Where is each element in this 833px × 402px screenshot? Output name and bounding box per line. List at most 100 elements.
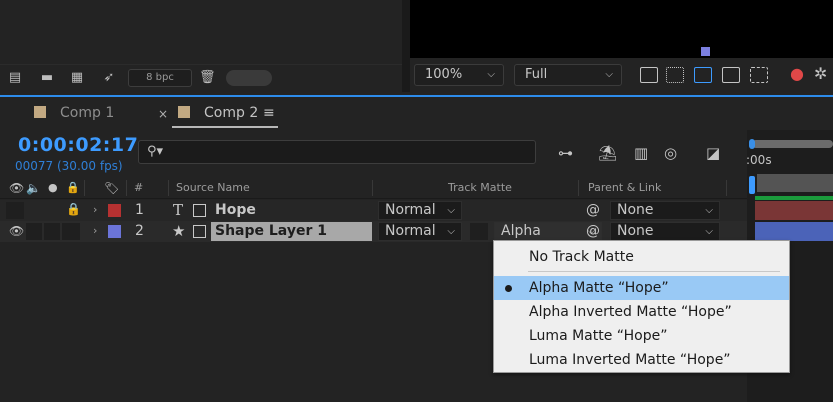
lock-icon[interactable]: 🔒 xyxy=(66,202,81,216)
parent-dropdown[interactable]: None ⌵ xyxy=(610,222,720,241)
column-separator[interactable] xyxy=(372,180,373,196)
work-area-bar[interactable] xyxy=(752,140,833,148)
composition-icon xyxy=(34,106,46,118)
chevron-down-icon: ⌵ xyxy=(487,69,495,80)
grid-guides-icon[interactable] xyxy=(750,67,768,83)
selected-bullet-icon xyxy=(505,285,512,292)
project-settings-icon[interactable]: ➶ xyxy=(100,71,118,85)
chevron-down-icon: ⌵ xyxy=(605,69,613,80)
pick-whip-icon[interactable]: @ xyxy=(586,202,600,218)
source-name-header[interactable]: Source Name xyxy=(176,181,250,194)
layer-search-input[interactable]: ⚲▾ xyxy=(138,140,536,164)
speaker-icon: 🔈 xyxy=(26,181,41,195)
tab-label: Comp 2 xyxy=(204,105,259,121)
current-time-display[interactable]: 0:00:02:17 xyxy=(18,134,138,156)
layer-column-header: 👁 🔈 ● 🔒 🏷 # Source Name Track Matte Pare… xyxy=(0,177,747,199)
text-layer-icon: T xyxy=(173,201,184,219)
track-matte-toggle[interactable] xyxy=(470,223,488,240)
frame-blending-icon[interactable]: ◎ xyxy=(664,144,677,162)
trash-icon[interactable]: 🗑 xyxy=(199,70,216,85)
draft-3d-icon[interactable]: ⛱ xyxy=(598,144,617,162)
magnification-dropdown[interactable]: 100% ⌵ xyxy=(414,64,504,86)
menu-item-alpha-inverted-matte[interactable]: Alpha Inverted Matte “Hope” xyxy=(494,300,789,324)
resolution-dropdown[interactable]: Full ⌵ xyxy=(514,64,622,86)
render-cache-bar xyxy=(755,196,833,200)
blend-mode-dropdown[interactable]: Normal ⌵ xyxy=(378,222,462,241)
layer-name[interactable]: Hope xyxy=(215,202,256,218)
project-panel-toolbar: ▤ ▬ ▦ ➶ 8 bpc 🗑 xyxy=(0,64,402,90)
layer-1-duration-bar[interactable] xyxy=(755,201,833,220)
layer-number: 1 xyxy=(135,202,144,218)
new-folder-icon[interactable]: ▬ xyxy=(38,71,56,85)
hide-shy-layers-icon[interactable]: ▥ xyxy=(634,144,648,162)
fast-previews-icon[interactable] xyxy=(640,67,658,83)
column-separator[interactable] xyxy=(168,180,169,196)
transparency-grid-icon[interactable] xyxy=(666,67,684,83)
menu-item-luma-inverted-matte[interactable]: Luma Inverted Matte “Hope” xyxy=(494,348,789,372)
menu-item-luma-matte[interactable]: Luma Matte “Hope” xyxy=(494,324,789,348)
interpret-footage-icon[interactable]: ▤ xyxy=(6,71,24,85)
layer-source-icon xyxy=(193,225,206,238)
panel-menu-icon[interactable]: ≡ xyxy=(263,105,275,121)
menu-item-alpha-matte[interactable]: Alpha Matte “Hope” xyxy=(494,276,789,300)
column-separator[interactable] xyxy=(578,180,579,196)
layer-label-color[interactable] xyxy=(108,204,121,217)
layer-number: 2 xyxy=(135,223,144,239)
frame-count-display: 00077 (30.00 fps) xyxy=(15,159,123,173)
reset-exposure-icon[interactable]: ✲ xyxy=(814,64,827,83)
blend-mode-value: Normal xyxy=(385,223,436,239)
bit-depth-button[interactable]: 8 bpc xyxy=(128,69,192,87)
tab-comp-1[interactable]: Comp 1 xyxy=(34,105,114,125)
solo-toggle[interactable] xyxy=(44,223,60,240)
layer-number-header: # xyxy=(134,181,144,194)
composition-viewer[interactable] xyxy=(410,0,833,58)
layer-row[interactable]: 🔒 › 1 T Hope Normal ⌵ @ None ⌵ xyxy=(0,200,747,221)
thumbnail-slider[interactable] xyxy=(226,70,272,86)
eye-icon: 👁 xyxy=(9,181,25,195)
resolution-value: Full xyxy=(525,67,548,82)
menu-item-label: Luma Inverted Matte “Hope” xyxy=(529,352,731,368)
chevron-right-icon[interactable]: › xyxy=(93,203,97,216)
tab-label: Comp 1 xyxy=(60,105,115,121)
blend-mode-dropdown[interactable]: Normal ⌵ xyxy=(378,201,462,220)
work-area-start-handle[interactable] xyxy=(749,139,755,149)
layer-label-color[interactable] xyxy=(108,225,121,238)
viewer-toolbar: 100% ⌵ Full ⌵ ● ✲ xyxy=(410,58,833,92)
composition-mini-flowchart-icon[interactable]: ⊶ xyxy=(558,144,573,162)
audio-toggle[interactable] xyxy=(26,223,42,240)
show-channel-icon[interactable]: ● xyxy=(790,64,804,83)
blend-mode-value: Normal xyxy=(385,202,436,218)
close-icon[interactable]: × xyxy=(158,107,168,121)
eye-icon[interactable]: 👁 xyxy=(9,224,24,238)
solo-icon: ● xyxy=(48,181,58,194)
layer-2-duration-bar[interactable] xyxy=(755,222,833,241)
time-ruler[interactable] xyxy=(757,174,833,192)
track-matte-menu: No Track Matte Alpha Matte “Hope” Alpha … xyxy=(493,240,790,373)
column-separator[interactable] xyxy=(84,180,85,196)
panel-divider[interactable] xyxy=(402,0,410,92)
current-time-indicator[interactable] xyxy=(749,176,755,194)
column-separator[interactable] xyxy=(726,180,727,196)
menu-item-no-track-matte[interactable]: No Track Matte xyxy=(494,245,789,269)
mask-visibility-icon[interactable] xyxy=(694,67,712,83)
region-of-interest-icon[interactable] xyxy=(722,67,740,83)
lock-toggle[interactable] xyxy=(62,223,80,240)
active-tab-underline xyxy=(172,126,278,128)
layer-row[interactable]: 👁 › 2 ★ Shape Layer 1 Normal ⌵ Alpha ⌵ @… xyxy=(0,221,747,242)
menu-item-label: Alpha Matte “Hope” xyxy=(529,280,669,296)
new-composition-icon[interactable]: ▦ xyxy=(68,71,86,85)
pick-whip-icon[interactable]: @ xyxy=(586,223,600,239)
motion-blur-icon[interactable]: ◪ xyxy=(706,144,720,162)
layer-source-icon xyxy=(193,204,206,217)
shape-layer-icon: ★ xyxy=(172,222,186,240)
tab-comp-2[interactable]: Comp 2 xyxy=(178,105,258,125)
composition-icon xyxy=(178,106,190,118)
parent-dropdown[interactable]: None ⌵ xyxy=(610,201,720,220)
parent-link-header: Parent & Link xyxy=(588,181,662,194)
chevron-right-icon[interactable]: › xyxy=(93,224,97,237)
video-toggle[interactable] xyxy=(6,202,24,219)
magnification-value: 100% xyxy=(425,67,463,82)
column-separator[interactable] xyxy=(126,180,127,196)
viewer-shape-preview xyxy=(701,47,710,56)
layer-name[interactable]: Shape Layer 1 xyxy=(215,223,327,239)
